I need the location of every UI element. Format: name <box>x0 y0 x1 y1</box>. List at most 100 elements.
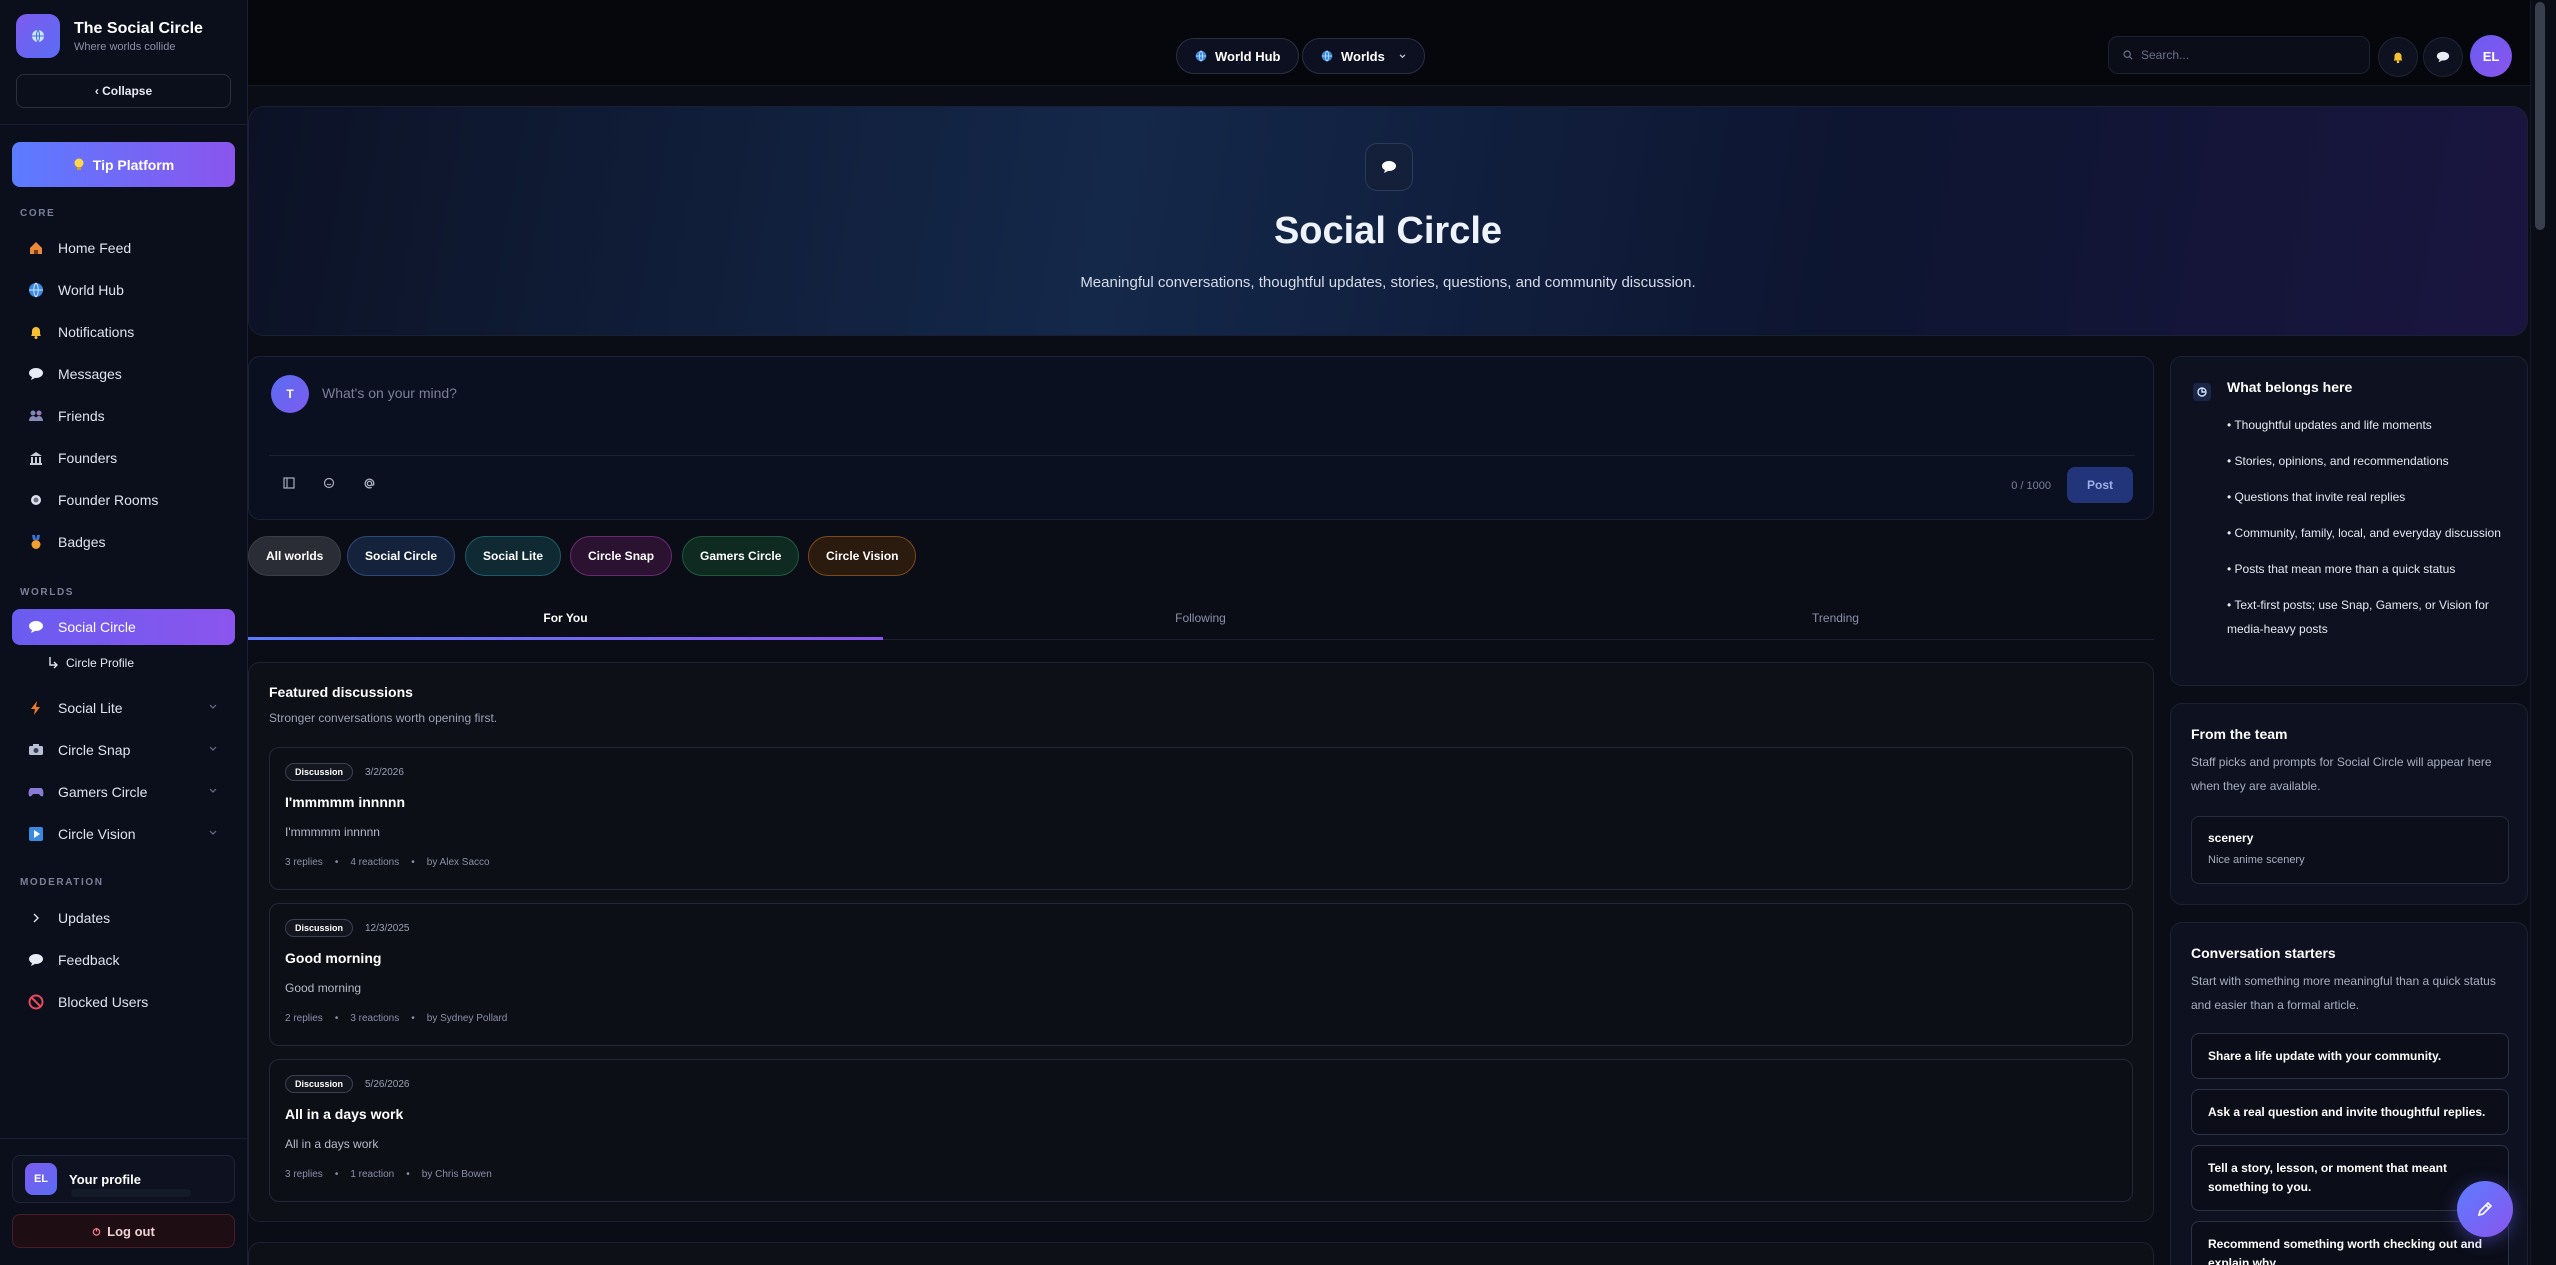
filter-social-lite[interactable]: Social Lite <box>465 536 562 576</box>
belongs-item: • Thoughtful updates and life moments <box>2227 418 2432 432</box>
image-icon[interactable] <box>283 477 299 493</box>
post-button[interactable]: Post <box>2067 467 2133 503</box>
reaction-count: 4 reactions <box>350 857 400 868</box>
collapse-button[interactable]: ‹ Collapse <box>16 74 231 108</box>
post-title[interactable]: I'mmmmm innnnn <box>285 794 405 810</box>
starter-prompt[interactable]: Ask a real question and invite thoughtfu… <box>2191 1089 2509 1135</box>
composer-divider <box>269 455 2135 456</box>
belongs-item: • Community, family, local, and everyday… <box>2227 526 2501 540</box>
search-icon <box>2123 50 2133 60</box>
feed-post-card[interactable] <box>248 1242 2154 1265</box>
notifications-button[interactable] <box>2378 37 2418 77</box>
chevron-down-icon[interactable] <box>209 830 217 836</box>
brand[interactable]: The Social Circle Where worlds collide <box>16 14 203 58</box>
lightning-icon <box>28 700 44 716</box>
filter-all-worlds[interactable]: All worlds <box>248 536 342 576</box>
tab-following[interactable]: Following <box>883 596 1518 640</box>
filter-circle-vision[interactable]: Circle Vision <box>808 536 917 576</box>
scrollbar-thumb[interactable] <box>2535 2 2545 230</box>
sidebar-item-updates[interactable]: Updates <box>12 900 235 936</box>
from-the-team-card: From the team Staff picks and prompts fo… <box>2170 703 2528 905</box>
staff-pick-title: scenery <box>2208 831 2254 845</box>
chevron-down-icon[interactable] <box>209 788 217 794</box>
sidebar-item-founder-rooms[interactable]: Founder Rooms <box>12 482 235 518</box>
sidebar-item-gamers-circle[interactable]: Gamers Circle <box>12 774 235 810</box>
profile-card[interactable]: EL Your profile <box>12 1155 235 1203</box>
worlds-dropdown[interactable]: Worlds <box>1302 38 1425 74</box>
post-title[interactable]: All in a days work <box>285 1106 403 1122</box>
sidebar-item-friends[interactable]: Friends <box>12 398 235 434</box>
sidebar-item-label: Friends <box>58 408 105 424</box>
sidebar-item-label: Blocked Users <box>58 994 149 1010</box>
logout-button[interactable]: Log out <box>12 1214 235 1248</box>
sidebar-item-founders[interactable]: Founders <box>12 440 235 476</box>
page-subtitle: Meaningful conversations, thoughtful upd… <box>1080 274 1696 291</box>
chevron-down-icon[interactable] <box>209 746 217 752</box>
sidebar-divider <box>0 1138 248 1139</box>
world-hub-label: World Hub <box>1215 48 1281 64</box>
messages-button[interactable] <box>2423 37 2463 77</box>
staff-pick-item[interactable]: scenery Nice anime scenery <box>2191 816 2509 884</box>
filter-circle-snap[interactable]: Circle Snap <box>570 536 673 576</box>
discussion-card[interactable]: Discussion 12/3/2025 Good morning Good m… <box>269 903 2133 1046</box>
sidebar-item-blocked-users[interactable]: Blocked Users <box>12 984 235 1020</box>
chat-icon <box>1365 143 1413 191</box>
tab-for-you[interactable]: For You <box>248 596 883 640</box>
discussion-badge: Discussion <box>285 1075 354 1093</box>
section-label-worlds: WORLDS <box>20 587 75 598</box>
sidebar-item-messages[interactable]: Messages <box>12 356 235 392</box>
filter-gamers-circle[interactable]: Gamers Circle <box>682 536 800 576</box>
what-belongs-card: What belongs here • Thoughtful updates a… <box>2170 356 2528 686</box>
post-author: by Alex Sacco <box>426 857 490 868</box>
starter-prompt[interactable]: Share a life update with your community. <box>2191 1033 2509 1079</box>
post-text-input[interactable]: What's on your mind? <box>322 385 457 401</box>
tip-platform-button[interactable]: Tip Platform <box>12 142 235 187</box>
sidebar-item-notifications[interactable]: Notifications <box>12 314 235 350</box>
emoji-icon[interactable] <box>323 477 339 493</box>
post-meta: 3 replies • 1 reaction • by Chris Bowen <box>285 1169 492 1180</box>
sidebar-item-world-hub[interactable]: World Hub <box>12 272 235 308</box>
power-icon <box>92 1227 101 1236</box>
discussion-card[interactable]: Discussion 3/2/2026 I'mmmmm innnnn I'mmm… <box>269 747 2133 890</box>
search-input[interactable]: Search... <box>2108 36 2370 74</box>
building-icon <box>28 450 44 466</box>
page-scrollbar[interactable] <box>2530 0 2556 1265</box>
chevron-down-icon[interactable] <box>209 704 217 710</box>
sidebar-item-social-lite[interactable]: Social Lite <box>12 690 235 726</box>
starter-prompt[interactable]: Recommend something worth checking out a… <box>2191 1221 2509 1265</box>
meta-separator: • <box>406 1169 410 1180</box>
sidebar-item-home-feed[interactable]: Home Feed <box>12 230 235 266</box>
world-hub-pill[interactable]: World Hub <box>1176 38 1300 74</box>
play-icon <box>28 826 44 842</box>
sidebar-item-label: Circle Snap <box>58 742 131 758</box>
active-tab-indicator <box>248 637 883 640</box>
brand-logo-icon <box>16 14 60 58</box>
compose-fab-button[interactable] <box>2457 1181 2513 1237</box>
filter-social-circle[interactable]: Social Circle <box>347 536 456 576</box>
sidebar-item-label: Badges <box>58 534 106 550</box>
globe-icon <box>1195 50 1207 62</box>
blocked-icon <box>28 994 44 1010</box>
sidebar-item-label: Social Circle <box>58 619 136 635</box>
logout-label: Log out <box>107 1223 155 1239</box>
sidebar-item-feedback[interactable]: Feedback <box>12 942 235 978</box>
mention-icon[interactable] <box>363 477 379 493</box>
meta-separator: • <box>411 857 415 868</box>
globe-icon <box>28 282 44 298</box>
sidebar-item-circle-vision[interactable]: Circle Vision <box>12 816 235 852</box>
sidebar-divider <box>0 124 248 125</box>
page-title: Social Circle <box>1273 210 1503 252</box>
tab-trending[interactable]: Trending <box>1518 596 2153 640</box>
post-title[interactable]: Good morning <box>285 950 381 966</box>
sidebar-subitem-circle-profile[interactable]: Circle Profile <box>48 656 134 670</box>
sidebar-item-badges[interactable]: Badges <box>12 524 235 560</box>
sidebar-item-social-circle[interactable]: Social Circle <box>12 609 235 645</box>
user-avatar-button[interactable]: EL <box>2470 35 2512 77</box>
sidebar-item-circle-snap[interactable]: Circle Snap <box>12 732 235 768</box>
sidebar-item-label: Notifications <box>58 324 135 340</box>
card-body: Start with something more meaningful tha… <box>2191 974 2496 1012</box>
discussion-card[interactable]: Discussion 5/26/2026 All in a days work … <box>269 1059 2133 1202</box>
belongs-item: • Text-first posts; use Snap, Gamers, or… <box>2227 598 2489 636</box>
section-label-core: CORE <box>20 208 56 219</box>
meta-separator: • <box>334 1169 339 1180</box>
